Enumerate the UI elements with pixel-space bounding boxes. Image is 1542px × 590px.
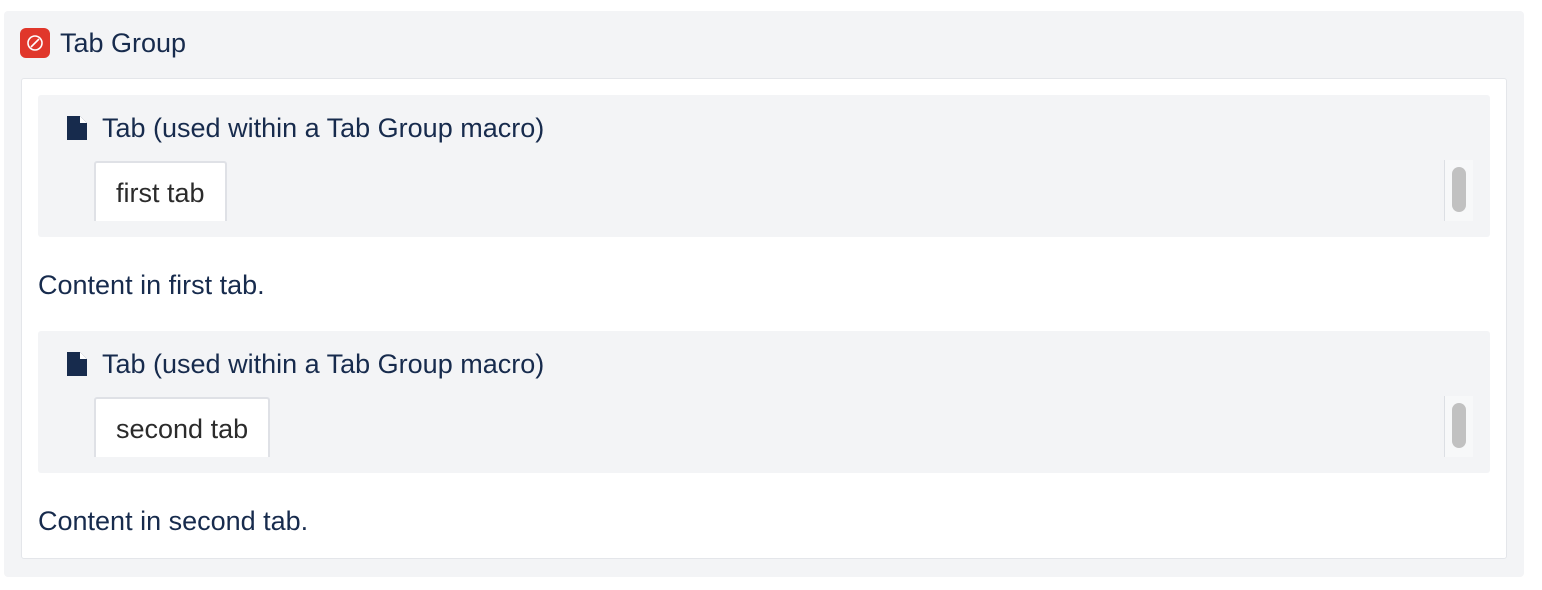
tab-macro-heading: Tab (used within a Tab Group macro) [102, 349, 545, 379]
tab-macro-header: Tab (used within a Tab Group macro) [66, 347, 544, 381]
macro-header[interactable]: Tab Group [20, 28, 186, 58]
tab-second[interactable]: second tab [94, 397, 271, 457]
scrollbar-thumb[interactable] [1452, 403, 1466, 448]
macro-title: Tab Group [60, 28, 187, 58]
document-icon [67, 116, 87, 140]
tab-macro-heading: Tab (used within a Tab Group macro) [102, 113, 545, 143]
tab-content-second: Content in second tab. [38, 506, 309, 536]
scrollbar-thumb[interactable] [1452, 167, 1466, 212]
tab-macro-1[interactable]: Tab (used within a Tab Group macro) firs… [38, 95, 1490, 237]
tab-group-macro-icon [20, 28, 50, 58]
scrollbar[interactable] [1444, 396, 1473, 457]
tab-first[interactable]: first tab [94, 161, 227, 221]
scrollbar[interactable] [1444, 160, 1473, 221]
document-icon [67, 352, 87, 376]
tab-macro-2[interactable]: Tab (used within a Tab Group macro) seco… [38, 331, 1490, 473]
tab-macro-header: Tab (used within a Tab Group macro) [66, 111, 544, 145]
tab-content-first: Content in first tab. [38, 270, 265, 300]
